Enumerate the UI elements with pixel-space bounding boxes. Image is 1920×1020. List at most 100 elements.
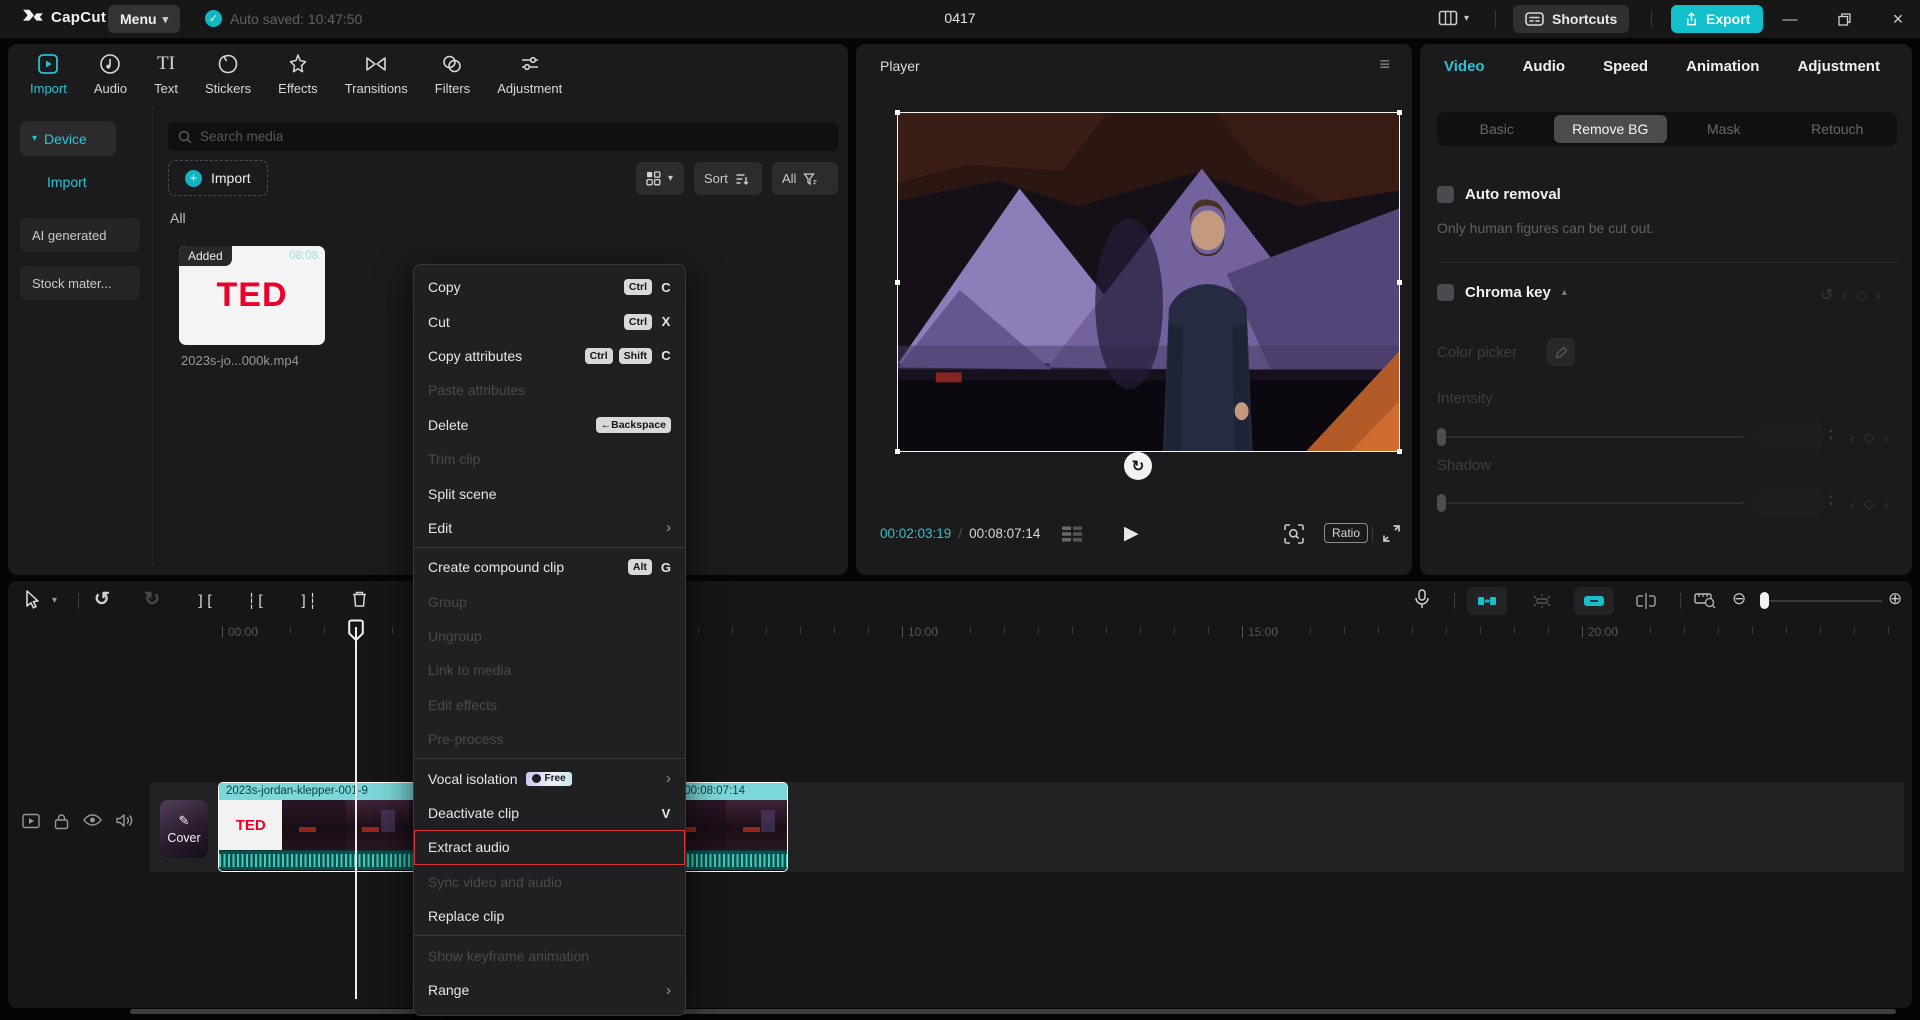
chevron-down-icon[interactable]: ▾ — [52, 595, 57, 606]
sidebar-item-ai-generated[interactable]: AI generated — [20, 218, 140, 252]
mirror-split-button[interactable] — [1626, 587, 1666, 615]
tab-audio-inspector[interactable]: Audio — [1523, 58, 1566, 75]
auto-removal-checkbox[interactable] — [1437, 186, 1454, 203]
layout-switch-button[interactable]: ▾ — [1438, 9, 1469, 27]
selection-handle[interactable] — [1397, 449, 1402, 454]
menu-item-deactivate-clip[interactable]: Deactivate clip V — [414, 796, 685, 830]
menu-button[interactable]: Menu ▾ — [108, 5, 180, 33]
tab-transitions[interactable]: Transitions — [345, 52, 408, 96]
undo-button[interactable]: ↺ — [94, 588, 110, 611]
video-preview[interactable] — [897, 112, 1400, 452]
shortcuts-button[interactable]: Shortcuts — [1513, 5, 1629, 33]
speaker-icon[interactable] — [116, 813, 133, 828]
tab-video[interactable]: Video — [1444, 58, 1485, 75]
selection-handle[interactable] — [1397, 110, 1402, 115]
timeline-zoom-slider[interactable] — [1764, 600, 1882, 602]
lock-icon[interactable] — [54, 813, 69, 830]
search-input[interactable] — [200, 129, 800, 144]
keyframe-diamond-icon[interactable]: ◇ — [1864, 429, 1875, 446]
split-button[interactable]: ][ — [196, 592, 214, 610]
tab-stickers[interactable]: Stickers — [205, 52, 251, 96]
keyframe-diamond-icon[interactable]: ◇ — [1856, 287, 1867, 304]
tab-text[interactable]: TI Text — [154, 52, 178, 96]
menu-item-delete[interactable]: Delete ←Backspace — [414, 408, 685, 442]
next-keyframe-icon[interactable]: › — [1883, 430, 1888, 446]
tab-audio[interactable]: Audio — [94, 52, 127, 96]
subtab-remove-bg[interactable]: Remove BG — [1554, 115, 1668, 143]
selection-handle[interactable] — [895, 110, 900, 115]
selection-handle[interactable] — [895, 280, 900, 285]
prev-keyframe-icon[interactable]: ‹ — [1850, 430, 1855, 446]
timeline-scale-button[interactable] — [1694, 591, 1716, 608]
frame-list-icon[interactable] — [1062, 526, 1084, 542]
menu-item-vocal-isolation[interactable]: Vocal isolation Free › — [414, 761, 685, 795]
menu-item-cut[interactable]: Cut CtrlX — [414, 304, 685, 338]
tab-animation[interactable]: Animation — [1686, 58, 1759, 75]
subtab-basic[interactable]: Basic — [1440, 115, 1554, 143]
intensity-value-box[interactable] — [1758, 422, 1822, 450]
sidebar-item-import[interactable]: Import — [47, 174, 87, 190]
playhead-line[interactable] — [355, 627, 357, 999]
export-button[interactable]: Export — [1671, 5, 1763, 33]
eyedropper-button[interactable] — [1547, 338, 1575, 366]
sidebar-item-device[interactable]: ▾ Device — [20, 121, 116, 156]
sort-button[interactable]: Sort — [694, 162, 762, 195]
redo-button[interactable]: ↻ — [144, 588, 160, 611]
delete-left-button[interactable]: ┆[ — [247, 592, 265, 610]
zoom-in-button[interactable]: ⊕ — [1888, 589, 1902, 609]
minimize-button[interactable]: — — [1768, 0, 1812, 38]
tab-import[interactable]: Import — [30, 52, 67, 96]
timeline-ruler[interactable]: 00:00 10:00 15:00 20:00 — [8, 621, 1912, 647]
menu-item-edit[interactable]: Edit › — [414, 511, 685, 545]
close-button[interactable]: × — [1876, 0, 1920, 38]
ratio-button[interactable]: Ratio — [1324, 523, 1368, 543]
fullscreen-button[interactable] — [1382, 524, 1401, 543]
select-tool-button[interactable] — [25, 590, 42, 609]
intensity-slider-handle[interactable] — [1437, 428, 1446, 446]
player-menu-icon[interactable]: ≡ — [1379, 54, 1390, 75]
menu-item-range[interactable]: Range › — [414, 973, 685, 1007]
link-toggle[interactable] — [1574, 587, 1614, 615]
view-mode-button[interactable]: ▾ — [636, 162, 684, 195]
zoom-out-button[interactable]: ⊖ — [1732, 589, 1746, 609]
menu-item-create-compound-clip[interactable]: Create compound clip AltG — [414, 550, 685, 584]
subtab-retouch[interactable]: Retouch — [1781, 115, 1895, 143]
delete-right-button[interactable]: ]┆ — [299, 592, 317, 610]
search-bar[interactable] — [168, 122, 838, 151]
shadow-stepper[interactable]: ▲▼ — [1828, 494, 1834, 508]
reset-icon[interactable]: ↺ — [1820, 285, 1833, 305]
restore-button[interactable] — [1822, 0, 1866, 38]
shadow-slider[interactable] — [1437, 502, 1743, 504]
media-item[interactable]: TED Added 08:08 — [179, 246, 325, 345]
delete-button[interactable] — [351, 590, 368, 608]
prev-keyframe-icon[interactable]: ‹ — [1850, 496, 1855, 512]
preview-axis-toggle[interactable] — [1522, 587, 1562, 615]
selection-handle[interactable] — [1397, 280, 1402, 285]
auto-snap-toggle[interactable] — [1467, 587, 1507, 615]
menu-item-copy[interactable]: Copy CtrlC — [414, 270, 685, 304]
keyframe-diamond-icon[interactable]: ◇ — [1864, 495, 1875, 512]
tab-effects[interactable]: Effects — [278, 52, 318, 96]
filter-all-button[interactable]: All — [772, 162, 838, 195]
rotate-button[interactable]: ↻ — [1124, 452, 1152, 480]
selection-handle[interactable] — [895, 449, 900, 454]
shadow-value-box[interactable] — [1758, 488, 1822, 516]
chroma-key-checkbox[interactable] — [1437, 284, 1454, 301]
subtab-mask[interactable]: Mask — [1667, 115, 1781, 143]
next-keyframe-icon[interactable]: › — [1876, 287, 1881, 303]
menu-item-replace-clip[interactable]: Replace clip — [414, 899, 685, 933]
cover-button[interactable]: ✎ Cover — [160, 800, 208, 858]
import-media-button[interactable]: + Import — [168, 160, 268, 196]
menu-item-split-scene[interactable]: Split scene — [414, 476, 685, 510]
eye-icon[interactable] — [83, 813, 102, 827]
timeline-zoom-handle[interactable] — [1760, 592, 1769, 609]
menu-item-copy-attributes[interactable]: Copy attributes CtrlShiftC — [414, 339, 685, 373]
tab-filters[interactable]: Filters — [435, 52, 470, 96]
play-button[interactable]: ▶ — [1124, 522, 1139, 545]
tab-adjustment[interactable]: Adjustment — [497, 52, 562, 96]
collapse-icon[interactable]: ▴ — [1562, 287, 1567, 298]
prev-keyframe-icon[interactable]: ‹ — [1842, 287, 1847, 303]
menu-item-extract-audio[interactable]: Extract audio — [414, 830, 685, 864]
timeline-horizontal-scrollbar[interactable] — [130, 1009, 1896, 1014]
tab-speed[interactable]: Speed — [1603, 58, 1648, 75]
